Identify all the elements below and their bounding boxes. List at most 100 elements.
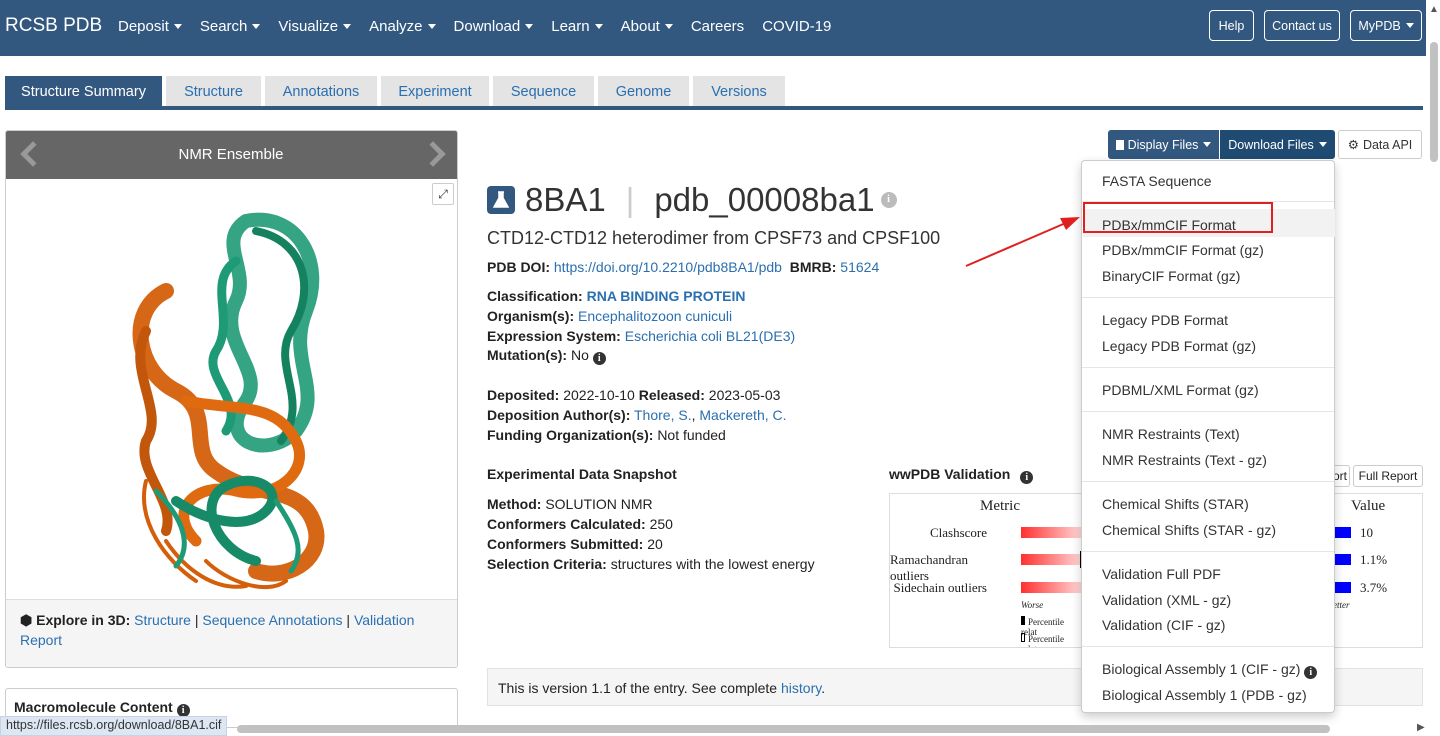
metric-header: Metric	[980, 498, 1020, 514]
menu-item-validation-xml[interactable]: Validation (XML - gz)	[1102, 592, 1231, 608]
scroll-up-icon[interactable]: ▲	[1429, 4, 1439, 15]
menu-item-nmr-restraints[interactable]: NMR Restraints (Text)	[1102, 426, 1240, 442]
menu-item-legacy-pdb[interactable]: Legacy PDB Format	[1102, 312, 1228, 328]
classification-link[interactable]: RNA BINDING PROTEIN	[587, 288, 746, 304]
flask-icon	[487, 186, 515, 214]
doi-link[interactable]: https://doi.org/10.2210/pdb8BA1/pdb	[554, 259, 782, 275]
nav-search[interactable]: Search	[200, 18, 261, 35]
author-link[interactable]: Thore, S.	[634, 407, 692, 423]
nav-deposit[interactable]: Deposit	[118, 18, 182, 35]
bmrb-link[interactable]: 51624	[840, 259, 879, 275]
nav-visualize[interactable]: Visualize	[278, 18, 352, 35]
top-navbar: RCSB PDB Deposit Search Visualize Analyz…	[0, 0, 1426, 56]
caret-down-icon	[594, 24, 603, 30]
author-link[interactable]: Mackereth, C.	[699, 407, 786, 423]
annotation-highlight-box	[1083, 202, 1273, 233]
better-bar	[1333, 554, 1351, 565]
menu-divider	[1082, 646, 1334, 647]
annotation-arrow-icon	[965, 217, 1080, 267]
menu-item-pdbml-gz[interactable]: PDBML/XML Format (gz)	[1102, 382, 1259, 398]
tab-genome[interactable]: Genome	[598, 76, 689, 108]
metric-label: Sidechain outliers	[893, 580, 987, 595]
nav-about[interactable]: About	[621, 18, 673, 35]
tab-experiment[interactable]: Experiment	[381, 76, 489, 108]
info-icon[interactable]: i	[1020, 471, 1034, 484]
menu-item-chemical-shifts[interactable]: Chemical Shifts (STAR)	[1102, 496, 1249, 512]
menu-item-assembly-cif[interactable]: Biological Assembly 1 (CIF - gz) i	[1102, 661, 1318, 679]
nav-learn[interactable]: Learn	[551, 18, 603, 35]
viewer-title: NMR Ensemble	[178, 146, 284, 163]
caret-down-icon	[664, 24, 673, 30]
menu-item-chemical-shifts-gz[interactable]: Chemical Shifts (STAR - gz)	[1102, 522, 1276, 538]
menu-divider	[1082, 367, 1334, 368]
metric-value: 3.7%	[1360, 580, 1388, 595]
data-api-button[interactable]: ⚙ Data API	[1338, 130, 1422, 159]
better-label: etter	[1333, 600, 1350, 610]
history-link[interactable]: history	[781, 680, 821, 696]
cube-icon: ⬢	[20, 612, 33, 628]
percentile-bar	[1021, 554, 1081, 565]
menu-divider	[1082, 551, 1334, 552]
authors-row: Deposition Author(s): Thore, S., Mackere…	[487, 407, 787, 423]
nav-covid[interactable]: COVID-19	[762, 18, 831, 35]
nav-careers[interactable]: Careers	[691, 18, 744, 35]
mypdb-button[interactable]: MyPDB	[1350, 10, 1422, 41]
nav-download[interactable]: Download	[454, 18, 534, 35]
validation-slider-chart[interactable]: Metric Clashscore Ramachandran outliers …	[889, 493, 1082, 648]
selection-criteria-row: Selection Criteria: structures with the …	[487, 556, 815, 572]
info-icon[interactable]: i	[592, 352, 606, 365]
help-button[interactable]: Help	[1209, 10, 1254, 41]
menu-divider	[1082, 411, 1334, 412]
vertical-scrollbar[interactable]	[1430, 42, 1438, 162]
value-header: Value	[1351, 498, 1386, 514]
tab-sequence[interactable]: Sequence	[493, 76, 594, 108]
contact-button[interactable]: Contact us	[1264, 10, 1340, 41]
pdb-extended-id: pdb_00008ba1	[654, 181, 875, 218]
nmr-ensemble-image[interactable]	[106, 201, 366, 601]
explore-structure-link[interactable]: Structure	[134, 612, 191, 628]
deposited-date: 2022-10-10	[563, 387, 635, 403]
menu-item-bcif-gz[interactable]: BinaryCIF Format (gz)	[1102, 268, 1240, 284]
percentile-bar	[1021, 582, 1081, 593]
tab-structure-summary[interactable]: Structure Summary	[5, 76, 162, 108]
structure-viewer-panel: NMR Ensemble ⤢ ⬢ Explore in 3D: Structur…	[5, 130, 458, 668]
snapshot-heading: Experimental Data Snapshot	[487, 466, 677, 482]
menu-item-legacy-pdb-gz[interactable]: Legacy PDB Format (gz)	[1102, 338, 1256, 354]
organism-link[interactable]: Encephalitozoon cuniculi	[578, 308, 732, 324]
download-files-menu: FASTA Sequence PDBx/mmCIF Format PDBx/mm…	[1081, 160, 1335, 713]
menu-item-nmr-restraints-gz[interactable]: NMR Restraints (Text - gz)	[1102, 452, 1267, 468]
mutation-value: No	[570, 347, 589, 363]
entry-tabs: Structure Summary Structure Annotations …	[5, 76, 789, 108]
brand-logo[interactable]: RCSB PDB	[5, 15, 102, 37]
tab-underline	[5, 106, 1423, 110]
explore-label: Explore in 3D:	[36, 612, 131, 628]
horizontal-scrollbar[interactable]	[237, 725, 1330, 733]
nav-analyze[interactable]: Analyze	[369, 18, 436, 35]
metric-label: Clashscore	[929, 525, 987, 540]
explore-sequence-annotations-link[interactable]: Sequence Annotations	[202, 612, 342, 628]
display-files-button[interactable]: Display Files	[1108, 130, 1219, 159]
info-icon[interactable]: i	[880, 192, 897, 208]
tab-structure[interactable]: Structure	[166, 76, 261, 108]
legend-swatch	[1021, 616, 1025, 625]
tab-annotations[interactable]: Annotations	[265, 76, 377, 108]
dates-row: Deposited: 2022-10-10 Released: 2023-05-…	[487, 387, 781, 403]
caret-down-icon	[252, 24, 261, 30]
tab-versions[interactable]: Versions	[693, 76, 785, 108]
menu-item-validation-cif[interactable]: Validation (CIF - gz)	[1102, 617, 1225, 633]
funding-value: Not funded	[657, 427, 726, 443]
menu-item-fasta[interactable]: FASTA Sequence	[1102, 173, 1211, 189]
viewer-header: NMR Ensemble	[6, 131, 457, 179]
caret-down-icon	[1203, 142, 1212, 147]
menu-item-mmcif-gz[interactable]: PDBx/mmCIF Format (gz)	[1102, 242, 1264, 258]
menu-item-assembly-pdb[interactable]: Biological Assembly 1 (PDB - gz)	[1102, 687, 1307, 703]
full-report-button[interactable]: Full Report	[1353, 465, 1423, 487]
macromolecule-heading: Macromolecule Content	[14, 699, 173, 715]
expand-icon[interactable]: ⤢	[432, 183, 454, 205]
scroll-right-icon[interactable]: ▶	[1417, 722, 1425, 733]
expression-system-link[interactable]: Escherichia coli BL21(DE3)	[625, 328, 795, 344]
menu-item-validation-pdf[interactable]: Validation Full PDF	[1102, 566, 1221, 582]
download-files-button[interactable]: Download Files	[1220, 130, 1335, 159]
info-icon[interactable]: i	[1304, 666, 1318, 679]
report-button-partial[interactable]: ort	[1333, 465, 1350, 487]
